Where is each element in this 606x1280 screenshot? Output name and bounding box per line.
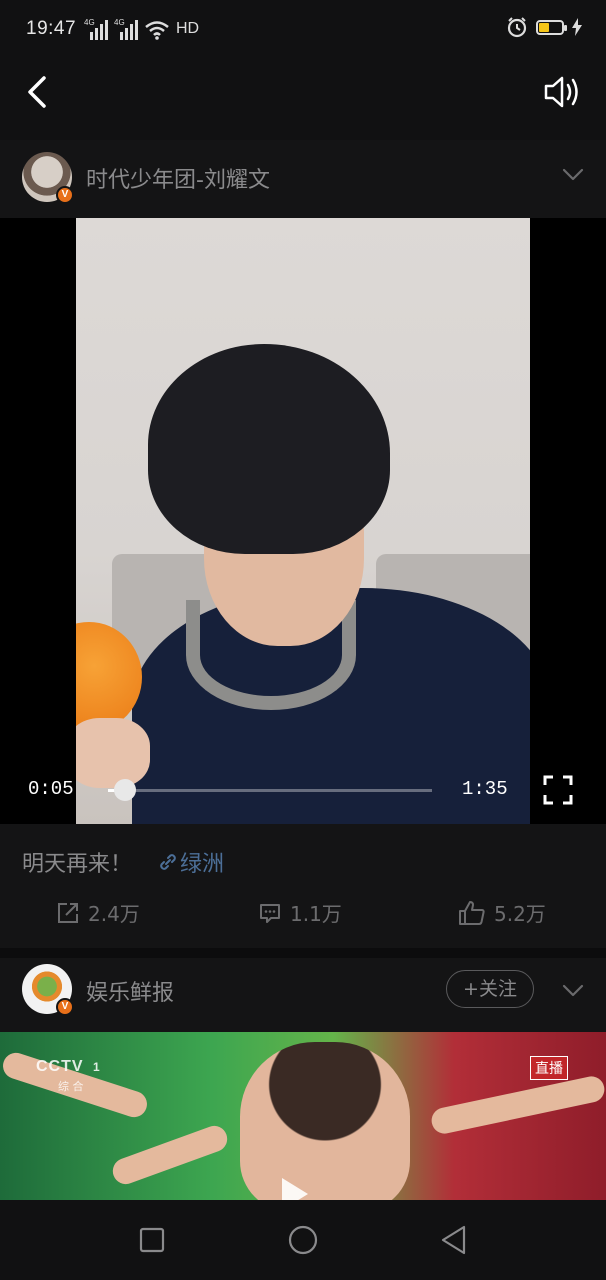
alarm-icon <box>507 17 527 38</box>
cellular-signal-icon: 4G <box>84 18 108 40</box>
author-row[interactable]: V 时代少年团-刘耀文 <box>0 140 606 218</box>
next-author-row[interactable]: V 娱乐鲜报 +关注 <box>0 958 606 1032</box>
speaker-icon[interactable] <box>542 74 582 110</box>
play-icon[interactable] <box>282 1178 308 1200</box>
avatar[interactable]: V <box>22 964 74 1016</box>
progress-bar[interactable] <box>108 779 432 801</box>
wifi-icon <box>145 21 169 40</box>
fullscreen-icon[interactable] <box>542 774 574 806</box>
chevron-down-icon[interactable] <box>562 168 584 182</box>
post-info: 明天再来！ 绿洲 2.4万 1.1万 5.2万 <box>0 824 606 960</box>
hd-indicator: HD <box>176 20 200 37</box>
progress-thumb[interactable] <box>114 779 137 801</box>
channel-sub: 综 合 <box>58 1080 84 1093</box>
verified-badge: V <box>56 186 74 204</box>
status-bar: 19:47 4G 4G HD <box>0 0 606 60</box>
video-thumbnail-person <box>240 1042 410 1200</box>
follow-button[interactable]: +关注 <box>446 970 534 1008</box>
circle-icon[interactable] <box>287 1224 319 1256</box>
like-count: 5.2万 <box>494 902 546 926</box>
chevron-down-icon[interactable] <box>562 984 584 998</box>
share-button[interactable]: 2.4万 <box>56 898 140 927</box>
link-icon <box>160 854 176 870</box>
share-icon <box>58 902 78 923</box>
signal-label: 4G <box>114 18 125 27</box>
comment-count: 1.1万 <box>290 902 342 926</box>
live-badge: 直播 <box>530 1056 568 1080</box>
share-count: 2.4万 <box>88 902 140 926</box>
charging-icon <box>572 18 582 36</box>
channel-logo: CCTV 1 <box>36 1058 101 1076</box>
avatar[interactable]: V <box>22 152 74 204</box>
duration: 1:35 <box>462 778 508 800</box>
status-right <box>506 16 582 38</box>
back-chevron-icon[interactable] <box>20 72 60 112</box>
video-frame[interactable] <box>76 218 530 824</box>
cellular-signal-2-icon: 4G <box>114 18 138 40</box>
status-time: 19:47 <box>26 18 77 39</box>
battery-icon <box>536 19 567 35</box>
signal-label: 4G <box>84 18 95 27</box>
post-caption: 明天再来！ <box>22 852 133 877</box>
divider <box>0 948 606 958</box>
like-icon <box>459 900 485 925</box>
author-name[interactable]: 娱乐鲜报 <box>86 975 174 1007</box>
like-button[interactable]: 5.2万 <box>458 898 546 927</box>
topic-link[interactable]: 绿洲 <box>158 846 224 878</box>
triangle-back-icon[interactable] <box>438 1224 470 1256</box>
system-nav-bar <box>0 1200 606 1280</box>
video-player[interactable]: 0:05 1:35 <box>0 218 606 824</box>
channel-logo-text: CCTV <box>36 1058 84 1075</box>
current-time: 0:05 <box>28 778 74 800</box>
top-bar <box>0 60 606 140</box>
channel-number: 1 <box>93 1060 101 1074</box>
square-icon[interactable] <box>136 1224 168 1256</box>
author-name[interactable]: 时代少年团-刘耀文 <box>86 162 270 194</box>
next-video-preview[interactable]: CCTV 1 综 合 直播 <box>0 1032 606 1200</box>
comment-button[interactable]: 1.1万 <box>258 898 342 927</box>
comment-icon <box>260 903 280 923</box>
status-indicators: 4G 4G HD <box>84 18 199 40</box>
action-bar: 2.4万 1.1万 5.2万 <box>0 898 606 928</box>
topic-label[interactable]: 绿洲 <box>180 846 224 878</box>
verified-badge: V <box>56 998 74 1016</box>
